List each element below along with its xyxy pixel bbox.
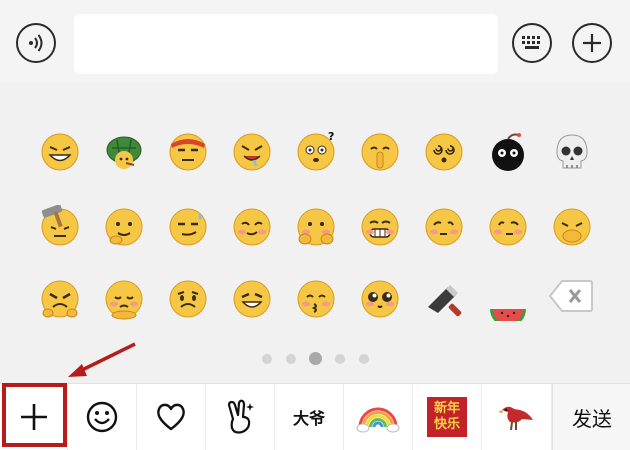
emoji-look-left[interactable]: [416, 199, 472, 255]
smiley-icon: [86, 401, 118, 433]
emoji-panel: ?: [0, 82, 630, 383]
puppy-eyes-icon: [361, 280, 399, 318]
emoji-pout-hug[interactable]: [96, 271, 152, 327]
hand-on-chin-icon: [105, 208, 143, 246]
plus-icon: [20, 404, 47, 430]
victory-hand-icon: [227, 399, 254, 434]
kitchen-knife-icon: [428, 285, 462, 317]
emoji-teeth-grin[interactable]: [352, 199, 408, 255]
emoji-drool[interactable]: [224, 124, 280, 180]
drool-icon: [233, 133, 271, 171]
swirl-eyes-icon: [425, 133, 463, 171]
tab-new-year-sticker[interactable]: 新年 快乐: [413, 384, 482, 450]
grumpy-icon: [41, 280, 79, 318]
squint-grin-icon: [233, 280, 271, 318]
tab-dayeh-sticker[interactable]: 大爷: [275, 384, 344, 450]
emoji-shush[interactable]: [352, 124, 408, 180]
backspace-icon: [548, 280, 593, 312]
tab-favorites[interactable]: [137, 384, 206, 450]
tab-bird-sticker[interactable]: [482, 384, 552, 450]
emoji-puppy-eyes[interactable]: [352, 271, 408, 327]
svg-text:?: ?: [328, 130, 334, 143]
bomb-icon: [492, 133, 524, 171]
skull-icon: [556, 134, 588, 169]
emoji-look-right[interactable]: [480, 199, 536, 255]
emoji-grumpy[interactable]: [32, 271, 88, 327]
heart-icon: [157, 403, 185, 431]
emoji-grin[interactable]: [32, 124, 88, 180]
page-dot[interactable]: [335, 354, 345, 364]
voice-button[interactable]: [16, 23, 56, 63]
emoji-sad[interactable]: [160, 271, 216, 327]
bandana-angry-icon: [169, 133, 207, 171]
teeth-grin-icon: [361, 208, 399, 246]
emoji-watermelon[interactable]: [480, 271, 536, 327]
emoji-smirk-sweat[interactable]: [160, 199, 216, 255]
emoji-hand-on-chin[interactable]: [96, 199, 152, 255]
message-input[interactable]: [74, 14, 498, 74]
emoji-kitchen-knife[interactable]: [416, 271, 472, 327]
sad-icon: [169, 280, 207, 318]
shush-icon: [361, 133, 399, 171]
page-dot[interactable]: [309, 352, 322, 365]
tab-rainbow-sticker[interactable]: [344, 384, 413, 450]
page-indicator: [0, 352, 630, 366]
keyboard-button[interactable]: [512, 23, 552, 63]
more-button[interactable]: [572, 23, 612, 63]
keyboard-icon: [522, 36, 540, 49]
emoji-sly[interactable]: [224, 199, 280, 255]
new-year-sticker-icon: 新年 快乐: [427, 397, 467, 437]
emoji-bomb[interactable]: [480, 124, 536, 180]
backspace-button[interactable]: [548, 279, 594, 313]
facepalm-icon: [553, 208, 591, 246]
tab-gestures[interactable]: [206, 384, 275, 450]
look-left-icon: [425, 208, 463, 246]
sticker-tab-bar: 大爷 新年 快乐 发送: [0, 383, 630, 450]
pout-hug-icon: [105, 280, 143, 320]
tab-emoji[interactable]: [68, 384, 137, 450]
page-dot[interactable]: [262, 354, 272, 364]
grin-icon: [41, 133, 79, 171]
new-year-line-2: 快乐: [433, 417, 460, 432]
emoji-squint-grin[interactable]: [224, 271, 280, 327]
emoji-facepalm[interactable]: [544, 199, 600, 255]
turtle-icon: [106, 136, 142, 169]
emoji-blush-kiss[interactable]: [288, 271, 344, 327]
emoji-turtle[interactable]: [96, 124, 152, 180]
blush-kiss-icon: [297, 280, 335, 318]
look-right-icon: [489, 208, 527, 246]
emoji-swirl-eyes[interactable]: [416, 124, 472, 180]
smirk-sweat-icon: [169, 208, 207, 246]
cover-face-icon: [297, 208, 335, 246]
chat-input-bar: [0, 0, 630, 82]
watermelon-icon: [490, 309, 526, 321]
send-button[interactable]: 发送: [552, 384, 630, 450]
dayeh-sticker-icon: 大爷: [292, 409, 325, 428]
emoji-bandana-angry[interactable]: [160, 124, 216, 180]
emoji-hammer-hit[interactable]: [32, 199, 88, 255]
hammer-hit-icon: [41, 205, 79, 246]
red-bird-icon: [497, 406, 533, 431]
plus-circle-icon: [583, 34, 601, 52]
emoji-skull[interactable]: [544, 124, 600, 180]
rainbow-icon: [356, 407, 400, 433]
sly-icon: [233, 208, 271, 246]
voice-icon: [29, 34, 43, 52]
dizzy-question-icon: ?: [297, 130, 335, 171]
page-dot[interactable]: [359, 354, 369, 364]
emoji-dizzy-question[interactable]: ?: [288, 124, 344, 180]
new-year-line-1: 新年: [433, 401, 460, 416]
page-dot[interactable]: [286, 354, 296, 364]
emoji-cover-face[interactable]: [288, 199, 344, 255]
tab-add[interactable]: [0, 384, 68, 450]
